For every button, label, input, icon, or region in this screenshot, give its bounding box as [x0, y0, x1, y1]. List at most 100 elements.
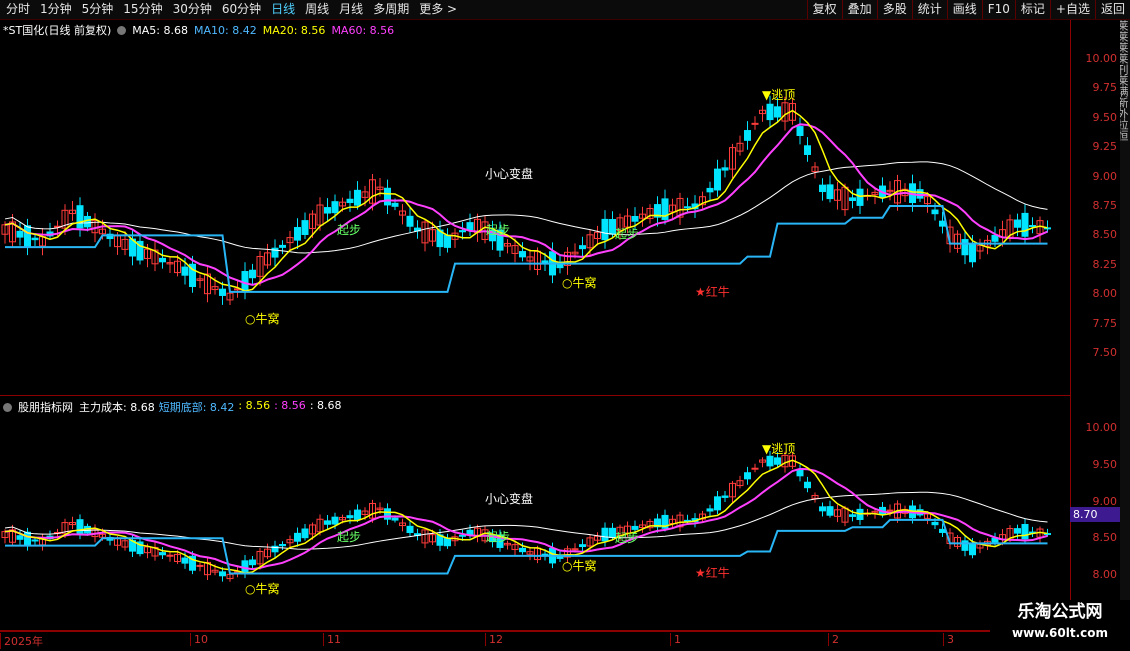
date-label-6: 3: [943, 633, 954, 646]
candle-body: [31, 539, 39, 542]
candle-body: [406, 525, 414, 534]
y-tick-label: 7.50: [1092, 346, 1118, 359]
candle-body: [939, 220, 946, 227]
sub-escape-top-label: ▼逃顶: [762, 442, 796, 456]
y-tick-label: 9.00: [1092, 494, 1118, 508]
candle-body: [1021, 212, 1029, 237]
settings-circle-icon[interactable]: [117, 25, 127, 35]
tool-button-5[interactable]: F10: [981, 0, 1015, 19]
indicator-value-1: 短期底部: 8.42: [158, 401, 235, 414]
date-label-4: 1: [670, 633, 681, 646]
candle-body: [706, 508, 714, 512]
candle-body: [354, 189, 361, 206]
candle-body: [931, 209, 939, 215]
candle-body: [931, 521, 939, 526]
main-candlestick-chart[interactable]: [0, 20, 1070, 396]
candle-body: [541, 260, 549, 264]
candle-body: [24, 225, 31, 248]
period-tab-2[interactable]: 5分钟: [76, 0, 118, 19]
candle-body: [301, 220, 309, 235]
ma-label-2: MA20: 8.56: [262, 23, 326, 37]
candle-body: [744, 472, 751, 480]
candle-body: [766, 103, 774, 121]
candle-body: [31, 237, 39, 241]
candle-body: [391, 202, 399, 207]
period-tab-9[interactable]: 多周期: [367, 0, 413, 19]
collapse-circle-icon[interactable]: [3, 402, 12, 412]
candle-body: [24, 531, 31, 547]
y-tick-label: 8.00: [1092, 568, 1118, 581]
candle-body: [444, 537, 451, 547]
candle-body: [744, 130, 751, 141]
candle-body: [159, 552, 166, 556]
date-label-2: 11: [323, 633, 341, 646]
candle-body: [819, 184, 826, 193]
candle-body: [1014, 219, 1021, 228]
ma-label-0: MA5: 8.68: [132, 23, 188, 37]
watermark-title: 乐淘公式网: [1017, 602, 1103, 622]
candle-body: [579, 544, 586, 548]
y-tick-label: 7.75: [1092, 316, 1118, 330]
indicator-value-4: : 8.68: [309, 399, 342, 412]
candle-body: [159, 257, 166, 263]
date-label-1: 10: [190, 633, 208, 646]
period-tab-1[interactable]: 1分钟: [34, 0, 76, 19]
period-tab-0[interactable]: 分时: [0, 0, 34, 19]
candle-body: [601, 527, 609, 542]
tool-buttons: 复权 叠加 多股 统计 画线 F10 标记 +自选 返回: [806, 0, 1130, 19]
candle-body: [459, 230, 466, 233]
period-tab-8[interactable]: 月线: [333, 0, 367, 19]
candle-body: [279, 244, 286, 248]
candle-body: [196, 564, 204, 567]
price-axis: 10.00 9.75 9.50 9.25 9.00 8.75 8.50 8.25 8.00 7.7…: [1070, 20, 1121, 631]
candle-body: [714, 168, 721, 191]
tool-button-8[interactable]: 返回: [1094, 0, 1130, 19]
careful-label: 小心变盘: [485, 167, 534, 181]
candle-body: [796, 469, 804, 477]
tool-button-7[interactable]: +自选: [1049, 0, 1095, 19]
period-tab-5[interactable]: 60分钟: [216, 0, 265, 19]
y-tick-label: 9.75: [1092, 81, 1118, 95]
tool-button-0[interactable]: 复权: [806, 0, 842, 19]
date-axis: 2025年 10 11 12 1 2 3: [0, 631, 1070, 651]
candle-body: [804, 145, 811, 155]
tool-button-2[interactable]: 多股: [876, 0, 912, 19]
tool-button-1[interactable]: 叠加: [841, 0, 877, 19]
candle-body: [219, 288, 226, 296]
period-tab-10[interactable]: 更多 >: [413, 0, 461, 19]
period-tab-3[interactable]: 15分钟: [117, 0, 166, 19]
candle-body: [721, 495, 729, 498]
indicator-value-3: : 8.56: [274, 399, 306, 412]
start-label-3: 起步: [615, 227, 640, 241]
period-tab-4[interactable]: 30分钟: [167, 0, 216, 19]
toolbar: 分时 1分钟 5分钟 15分钟 30分钟 60分钟 日线 周线 月线 多周期 更多 > 复权 叠加 多股…: [0, 0, 1130, 20]
candle-body: [84, 215, 91, 228]
candle-body: [969, 543, 976, 556]
tool-button-4[interactable]: 画线: [946, 0, 982, 19]
indicator-pane[interactable]: 股朋指标网 主力成本: 8.68 短期底部: 8.42: 8.56: 8.56: …: [0, 397, 1070, 631]
period-tab-6[interactable]: 日线: [265, 0, 299, 19]
candle-body: [1021, 523, 1029, 540]
date-label-0: 2025年: [0, 633, 43, 649]
sub-nest-label-1: ○牛窝: [245, 582, 280, 596]
sub-pane-title-bar: 股朋指标网 主力成本: 8.68 短期底部: 8.42: 8.56: 8.56: …: [3, 399, 342, 415]
candle-body: [714, 496, 721, 511]
candle-body: [324, 520, 331, 525]
indicator-chart[interactable]: [0, 397, 1070, 631]
candle-body: [181, 266, 189, 276]
tool-button-6[interactable]: 标记: [1014, 0, 1050, 19]
candle-body: [579, 245, 586, 250]
period-tab-7[interactable]: 周线: [299, 0, 333, 19]
tool-button-3[interactable]: 统计: [911, 0, 947, 19]
indicator-value-2: : 8.56: [238, 399, 271, 412]
main-chart-pane[interactable]: *ST国化(日线 前复权) MA5: 8.68 MA10: 8.42 MA20: 8…: [0, 20, 1070, 396]
candle-body: [331, 201, 339, 214]
y-tick-label: 8.50: [1092, 228, 1118, 242]
candle-body: [294, 227, 301, 241]
candle-body: [819, 506, 826, 512]
candle-body: [294, 532, 301, 542]
candle-body: [961, 540, 969, 551]
date-label-3: 12: [485, 633, 503, 646]
sub-start-label-3: 起步: [615, 531, 640, 545]
candle-body: [181, 557, 189, 564]
